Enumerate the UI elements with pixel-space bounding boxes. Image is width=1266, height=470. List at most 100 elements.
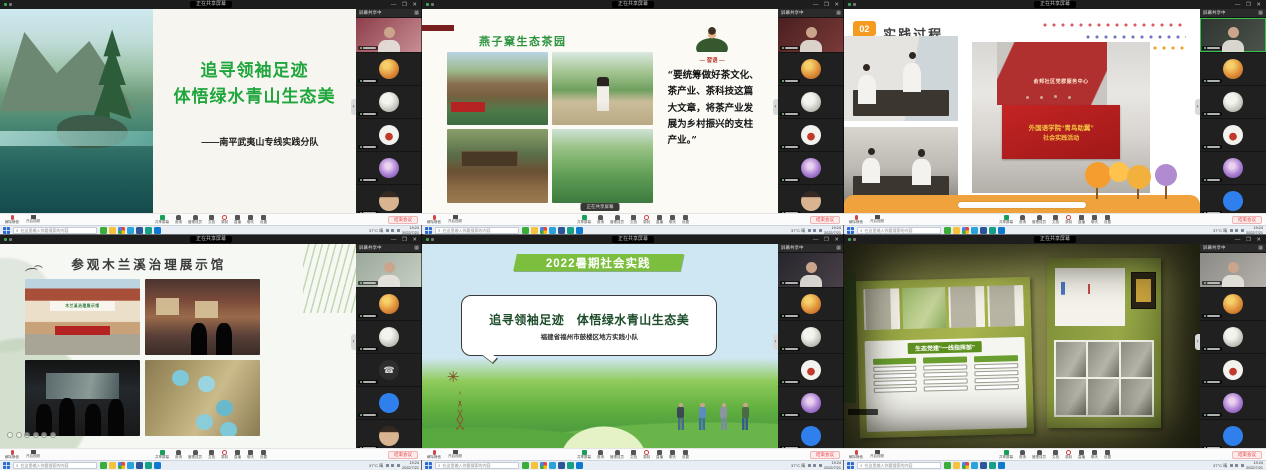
app-icon-green[interactable]: [522, 462, 529, 469]
start-button-icon[interactable]: [847, 227, 854, 234]
toolbar-button[interactable]: 共享屏幕: [155, 215, 169, 224]
taskbar-search[interactable]: ⌕在这里输入你要搜索的内容: [857, 227, 941, 234]
layout-icon[interactable]: ▦: [836, 10, 841, 16]
window-controls[interactable]: — ❐ ✕: [391, 237, 419, 243]
start-button-icon[interactable]: [847, 462, 854, 469]
sidebar-collapse-handle[interactable]: ‹: [351, 334, 356, 350]
camera-button[interactable]: 开启视频: [26, 450, 40, 459]
toolbar-button[interactable]: 共享屏幕: [155, 450, 169, 459]
app-icon-browser[interactable]: [540, 462, 547, 469]
end-meeting-button[interactable]: 结束会议: [1232, 216, 1262, 224]
system-tray[interactable]: 37°C 晴 19:242022/7/21: [369, 226, 419, 234]
app-icon-word[interactable]: [980, 462, 987, 469]
participant-tile[interactable]: [778, 321, 844, 353]
app-icon-blue[interactable]: [971, 462, 978, 469]
toolbar-button[interactable]: 设置: [260, 450, 267, 459]
tray-icon[interactable]: [1235, 229, 1238, 232]
presenter-control-button[interactable]: [41, 432, 47, 438]
app-icon-green[interactable]: [100, 462, 107, 469]
participant-tile[interactable]: [1200, 152, 1266, 184]
tray-icon[interactable]: [813, 464, 816, 467]
toolbar-button[interactable]: 聊天: [669, 450, 676, 459]
toolbar-button[interactable]: 文档: [1052, 215, 1059, 224]
tray-icon[interactable]: [386, 229, 389, 232]
participant-video-active-speaker[interactable]: [1200, 18, 1266, 52]
participant-tile[interactable]: [356, 53, 422, 85]
tray-icon[interactable]: [1241, 229, 1244, 232]
app-icon-browser[interactable]: [962, 462, 969, 469]
tray-icon[interactable]: [808, 464, 811, 467]
toolbar-button[interactable]: 设置: [1104, 450, 1111, 459]
participant-tile[interactable]: [356, 387, 422, 419]
start-button-icon[interactable]: [3, 227, 10, 234]
toolbar-button[interactable]: 邀请: [597, 215, 604, 224]
app-icon-blue[interactable]: [549, 462, 556, 469]
taskbar-search[interactable]: ⌕在这里输入你要搜索的内容: [857, 462, 941, 469]
participant-tile[interactable]: [1200, 321, 1266, 353]
layout-icon[interactable]: ▦: [836, 245, 841, 251]
toolbar-button[interactable]: 共享屏幕: [999, 215, 1013, 224]
app-icon-green[interactable]: [944, 227, 951, 234]
camera-button[interactable]: 开启视频: [870, 450, 884, 459]
participant-video[interactable]: [778, 18, 844, 52]
app-icon-meeting[interactable]: [998, 462, 1005, 469]
toolbar-button[interactable]: 聊天: [247, 450, 254, 459]
weather-widget[interactable]: 37°C 晴: [369, 463, 383, 469]
participant-tile[interactable]: [356, 321, 422, 353]
app-icon-teal[interactable]: [145, 462, 152, 469]
participant-tile[interactable]: [778, 86, 844, 118]
toolbar-button[interactable]: 管理成员: [1032, 450, 1046, 459]
participant-tile[interactable]: [1200, 119, 1266, 151]
tray-icon[interactable]: [391, 464, 394, 467]
app-icon-blue[interactable]: [549, 227, 556, 234]
start-button-icon[interactable]: [425, 462, 432, 469]
app-icon-meeting[interactable]: [576, 462, 583, 469]
tray-icon[interactable]: [391, 229, 394, 232]
toolbar-button[interactable]: 文档: [630, 215, 637, 224]
toolbar-button[interactable]: 邀请: [597, 450, 604, 459]
participant-video[interactable]: [356, 18, 422, 52]
unmute-button[interactable]: 解除静音: [5, 215, 19, 224]
toolbar-button[interactable]: 邀请: [175, 215, 182, 224]
system-tray[interactable]: 37°C 晴 19:242022/7/21: [1213, 226, 1263, 234]
toolbar-button[interactable]: 直播: [1078, 450, 1085, 459]
app-icon-teal[interactable]: [567, 227, 574, 234]
camera-button[interactable]: 开启视频: [448, 215, 462, 224]
app-icon-folder[interactable]: [953, 462, 960, 469]
toolbar-button[interactable]: 文档: [208, 450, 215, 459]
taskbar-clock[interactable]: 19:242022/7/21: [1246, 461, 1263, 469]
tray-icon[interactable]: [808, 229, 811, 232]
app-icon-browser[interactable]: [118, 462, 125, 469]
tray-icon[interactable]: [819, 464, 822, 467]
participant-video[interactable]: [1200, 253, 1266, 287]
tray-icon[interactable]: [386, 464, 389, 467]
layout-icon[interactable]: ▦: [1258, 10, 1263, 16]
weather-widget[interactable]: 37°C 晴: [1213, 228, 1227, 234]
weather-widget[interactable]: 37°C 晴: [369, 228, 383, 234]
toolbar-button[interactable]: 录制: [1065, 215, 1072, 224]
app-icon-meeting[interactable]: [154, 227, 161, 234]
unmute-button[interactable]: 解除静音: [849, 215, 863, 224]
app-icon-folder[interactable]: [531, 227, 538, 234]
app-icon-browser[interactable]: [540, 227, 547, 234]
end-meeting-button[interactable]: 结束会议: [810, 216, 840, 224]
camera-button[interactable]: 开启视频: [26, 215, 40, 224]
toolbar-button[interactable]: 设置: [1104, 215, 1111, 224]
participant-tile[interactable]: [356, 119, 422, 151]
app-icon-folder[interactable]: [531, 462, 538, 469]
app-icon-folder[interactable]: [109, 462, 116, 469]
camera-button[interactable]: 开启视频: [448, 450, 462, 459]
app-icon-teal[interactable]: [567, 462, 574, 469]
toolbar-button[interactable]: 管理成员: [188, 215, 202, 224]
participant-tile[interactable]: [356, 288, 422, 320]
sidebar-collapse-handle[interactable]: ‹: [1195, 334, 1200, 350]
participant-tile[interactable]: [1200, 354, 1266, 386]
toolbar-button[interactable]: 直播: [234, 215, 241, 224]
toolbar-button[interactable]: 直播: [234, 450, 241, 459]
taskbar-search[interactable]: ⌕在这里输入你要搜索的内容: [13, 462, 97, 469]
camera-button[interactable]: 开启视频: [870, 215, 884, 224]
toolbar-button[interactable]: 邀请: [1019, 450, 1026, 459]
window-controls[interactable]: — ❐ ✕: [1235, 237, 1263, 243]
window-controls[interactable]: — ❐ ✕: [391, 2, 419, 8]
taskbar-clock[interactable]: 19:242022/7/21: [402, 461, 419, 469]
